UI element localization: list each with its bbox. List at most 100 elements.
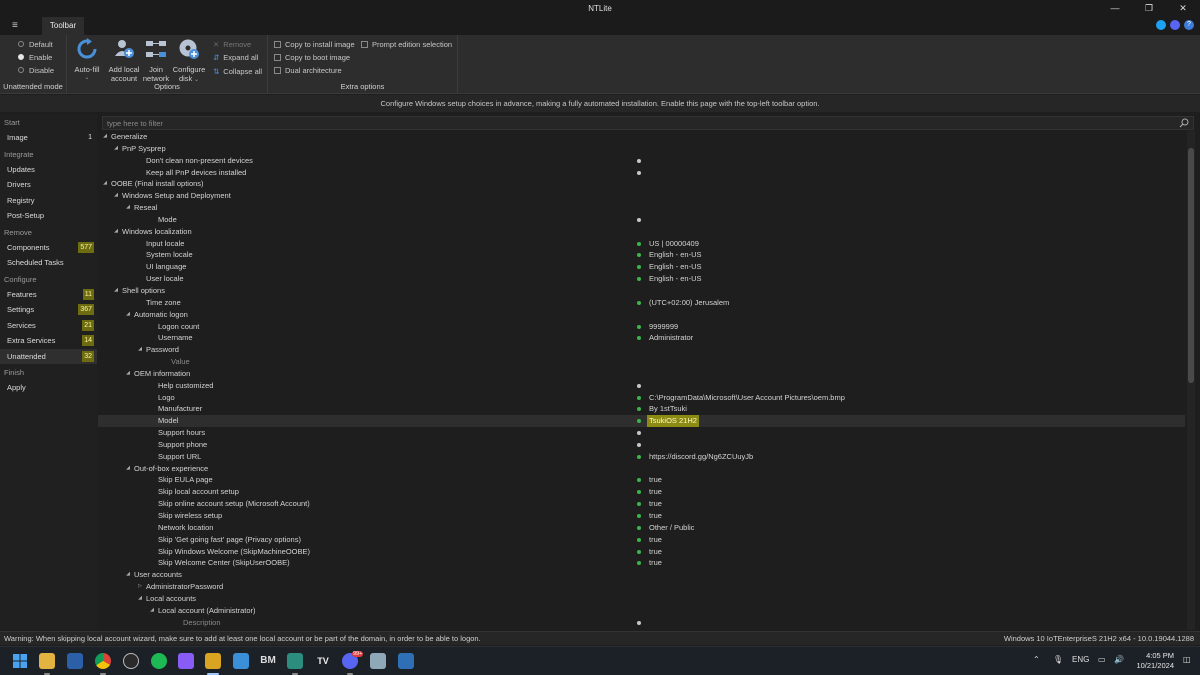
tree-row-value[interactable]: Other / Public (649, 522, 694, 534)
bm-app-icon[interactable]: BM (260, 653, 276, 669)
tree-row[interactable]: ◢ Reseal (98, 202, 1185, 214)
twitter-icon[interactable] (1156, 20, 1166, 30)
filter-input[interactable] (107, 118, 1167, 129)
tree-row-value[interactable]: (UTC+02:00) Jerusalem (649, 297, 729, 309)
tree-row-value[interactable]: https://discord.gg/Ng6ZCUuyJb (649, 451, 753, 463)
collapse-all-button[interactable]: ⇅ Collapse all (213, 65, 262, 77)
microphone-icon[interactable]: 🎙 (1053, 655, 1063, 664)
tree-row-value[interactable]: true (649, 474, 662, 486)
tree-row[interactable]: Input locale US | 00000409 (98, 238, 1185, 250)
expand-arrow-icon[interactable]: ◢ (124, 463, 132, 475)
sidebar-item-scheduled-tasks[interactable]: Scheduled Tasks (0, 255, 97, 271)
tree-row[interactable]: Manufacturer By 1stTsuki (98, 403, 1185, 415)
collapsed-arrow-icon[interactable]: ▷ (136, 581, 144, 593)
radio-default[interactable]: Default (18, 38, 53, 50)
prompt-edition-selection-checkbox[interactable]: Prompt edition selection (361, 38, 452, 50)
expand-arrow-icon[interactable]: ◢ (112, 143, 120, 155)
tree-row[interactable]: Skip Windows Welcome (SkipMachineOOBE) tr… (98, 546, 1185, 558)
tree-row[interactable]: Help customized (98, 380, 1185, 392)
app-blue-icon[interactable] (233, 653, 249, 669)
sidebar-item-image[interactable]: Image 1 (0, 130, 97, 146)
tree-row[interactable]: Network location Other / Public (98, 522, 1185, 534)
expand-arrow-icon[interactable]: ◢ (112, 285, 120, 297)
vs-code-icon[interactable] (287, 653, 303, 669)
spotify-icon[interactable] (151, 653, 167, 669)
join-network-button[interactable]: Join network (141, 38, 171, 83)
tree-row[interactable]: ◢ Windows Setup and Deployment (98, 190, 1185, 202)
chrome-icon[interactable] (95, 653, 111, 669)
sidebar-item-apply[interactable]: Apply (0, 380, 97, 396)
tree-row-value[interactable]: English - en-US (649, 249, 702, 261)
sidebar-item-post-setup[interactable]: Post-Setup (0, 208, 97, 224)
search-icon[interactable] (1179, 118, 1189, 128)
tree-row[interactable]: Support phone (98, 439, 1185, 451)
ntlite-icon[interactable] (205, 653, 221, 669)
hamburger-menu-icon[interactable]: ≡ (12, 20, 18, 31)
language-indicator[interactable]: ENG (1072, 655, 1089, 664)
monitor-icon[interactable]: ▭ (1098, 655, 1106, 664)
expand-arrow-icon[interactable]: ◢ (112, 226, 120, 238)
tree-row-value[interactable]: true (649, 498, 662, 510)
expand-arrow-icon[interactable]: ◢ (136, 344, 144, 356)
sidebar-item-components[interactable]: Components 577 (0, 240, 97, 256)
steam-icon[interactable] (123, 653, 139, 669)
expand-arrow-icon[interactable]: ◢ (124, 309, 132, 321)
tree-row-value[interactable]: true (649, 534, 662, 546)
tree-row[interactable]: Keep all PnP devices installed (98, 167, 1185, 179)
tree-row[interactable]: Description (98, 617, 1185, 629)
feather-app-icon[interactable] (370, 653, 386, 669)
auto-fill-button[interactable]: Auto-fill ⌄ (71, 38, 103, 83)
sidebar-item-drivers[interactable]: Drivers (0, 177, 97, 193)
expand-all-button[interactable]: ⇵ Expand all (213, 51, 258, 63)
tree-row-value[interactable]: true (649, 510, 662, 522)
radio-disable[interactable]: Disable (18, 64, 54, 76)
tree-row[interactable]: User locale English - en-US (98, 273, 1185, 285)
scrollbar-thumb[interactable] (1188, 148, 1194, 383)
close-button[interactable]: ✕ (1166, 0, 1200, 17)
tree-row[interactable]: ◢ User accounts (98, 569, 1185, 581)
expand-arrow-icon[interactable]: ◢ (101, 131, 109, 143)
tree-row[interactable]: Logon count 9999999 (98, 321, 1185, 333)
tree-row[interactable]: Model TsukiOS 21H2 (98, 415, 1185, 428)
tree-row[interactable]: ◢ Generalize (98, 131, 1185, 143)
tree-row-value[interactable]: English - en-US (649, 261, 702, 273)
tree-row[interactable]: Logo C:\ProgramData\Microsoft\User Accoun… (98, 392, 1185, 404)
sidebar-item-settings[interactable]: Settings 367 (0, 302, 97, 318)
tree-row[interactable]: Skip wireless setup true (98, 510, 1185, 522)
sidebar-item-updates[interactable]: Updates (0, 162, 97, 178)
tree-row[interactable]: ◢ Windows localization (98, 226, 1185, 238)
tree-row[interactable]: ◢ OEM information (98, 368, 1185, 380)
tree-row[interactable]: ◢ PnP Sysprep (98, 143, 1185, 155)
tree-row[interactable]: Skip online account setup (Microsoft Acc… (98, 498, 1185, 510)
sidebar-item-extra-services[interactable]: Extra Services 14 (0, 333, 97, 349)
tree-row-value[interactable]: English - en-US (649, 273, 702, 285)
tree-row-value[interactable]: TsukiOS 21H2 (647, 415, 699, 428)
copy-to-install-image-checkbox[interactable]: Copy to install image (274, 38, 355, 50)
tree-row[interactable]: Skip Welcome Center (SkipUserOOBE) true (98, 557, 1185, 569)
tree-row[interactable]: Support URL https://discord.gg/Ng6ZCUuyJb (98, 451, 1185, 463)
tree-row[interactable]: Skip 'Get going fast' page (Privacy opti… (98, 534, 1185, 546)
tree-row[interactable]: ◢ Shell options (98, 285, 1185, 297)
add-local-account-button[interactable]: Add local account (106, 38, 142, 83)
tree-row-value[interactable]: 9999999 (649, 321, 678, 333)
tree-row[interactable]: Skip local account setup true (98, 486, 1185, 498)
expand-arrow-icon[interactable]: ◢ (124, 368, 132, 380)
tree-row[interactable]: ◢ Local accounts (98, 593, 1185, 605)
tree-row[interactable]: Username Administrator (98, 332, 1185, 344)
tree-row-value[interactable]: true (649, 557, 662, 569)
sidebar-item-unattended[interactable]: Unattended 32 (0, 348, 97, 364)
obsidian-icon[interactable] (178, 653, 194, 669)
expand-arrow-icon[interactable]: ◢ (112, 190, 120, 202)
file-explorer-icon[interactable] (39, 653, 55, 669)
minimize-button[interactable]: — (1098, 0, 1132, 17)
discord-icon[interactable] (1170, 20, 1180, 30)
dual-architecture-checkbox[interactable]: Dual architecture (274, 64, 342, 76)
tree-row[interactable]: ◢ Out-of-box experience (98, 463, 1185, 475)
windows-start-icon[interactable] (12, 653, 28, 669)
tree-row[interactable]: Don't clean non-present devices (98, 155, 1185, 167)
notifications-icon[interactable]: ◫ (1183, 655, 1191, 664)
volume-icon[interactable]: 🔊 (1114, 655, 1124, 664)
radio-enable[interactable]: Enable (18, 51, 52, 63)
app-26-icon[interactable] (398, 653, 414, 669)
tree-row[interactable]: ▷ AdministratorPassword (98, 581, 1185, 593)
